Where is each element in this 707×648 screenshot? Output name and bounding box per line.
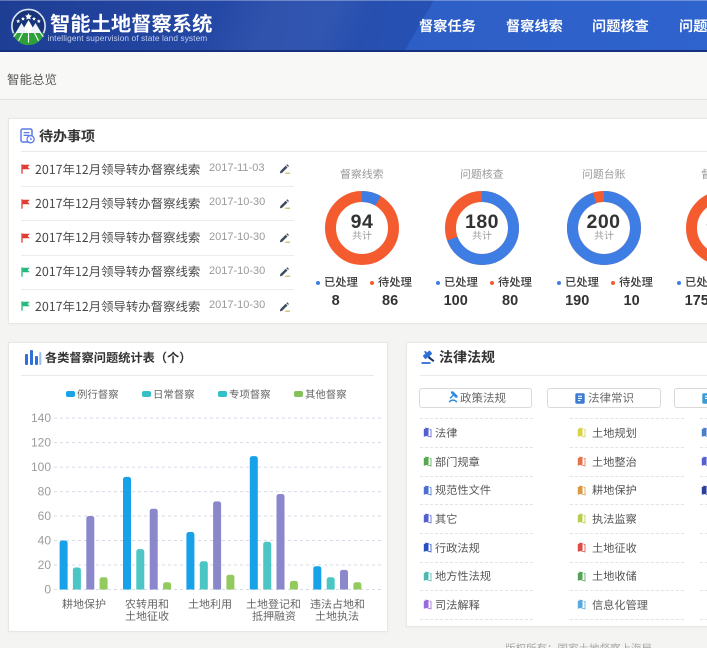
svg-text:120: 120 (31, 436, 51, 450)
svg-text:100: 100 (31, 460, 51, 474)
svg-text:80: 80 (38, 485, 52, 499)
svg-text:140: 140 (31, 411, 51, 425)
svg-text:60: 60 (38, 509, 52, 523)
svg-text:0: 0 (44, 583, 51, 597)
svg-text:20: 20 (38, 558, 52, 572)
svg-text:40: 40 (38, 534, 52, 548)
